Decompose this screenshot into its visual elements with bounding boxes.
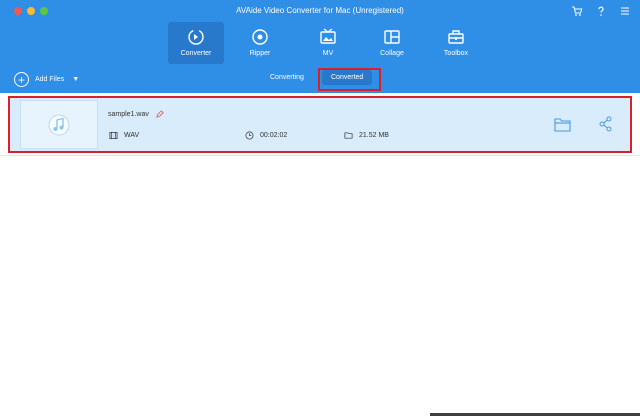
- add-files-button[interactable]: + Add Files ▼: [14, 72, 79, 87]
- tab-converting[interactable]: Converting: [270, 74, 304, 81]
- toolbox-icon: [448, 30, 464, 44]
- tab-mv-label: MV: [322, 50, 334, 57]
- tab-converter[interactable]: Converter: [168, 22, 224, 64]
- chevron-down-icon[interactable]: ▼: [72, 76, 79, 83]
- title-bar: AVAide Video Converter for Mac (Unregist…: [0, 0, 640, 66]
- main-tabs: Converter Ripper MV Collage Toolbox: [168, 22, 492, 64]
- tab-collage[interactable]: Collage: [364, 22, 420, 64]
- mv-icon: [320, 28, 336, 44]
- menu-icon[interactable]: [618, 4, 632, 18]
- help-icon[interactable]: [594, 4, 608, 18]
- tab-mv[interactable]: MV: [300, 22, 356, 64]
- plus-icon: +: [14, 72, 29, 87]
- divider: [0, 155, 640, 156]
- converted-highlight-box: [318, 68, 381, 91]
- tab-collage-label: Collage: [380, 50, 404, 57]
- add-files-label: Add Files: [35, 76, 65, 83]
- app-window: AVAide Video Converter for Mac (Unregist…: [0, 0, 640, 416]
- file-row-highlight-box: [8, 96, 632, 153]
- tab-toolbox[interactable]: Toolbox: [428, 22, 484, 64]
- cart-icon[interactable]: [570, 4, 584, 18]
- converter-icon: [188, 29, 204, 45]
- tab-converter-label: Converter: [180, 50, 212, 57]
- collage-icon: [384, 30, 400, 44]
- ripper-icon: [252, 29, 268, 45]
- tab-ripper[interactable]: Ripper: [232, 22, 288, 64]
- window-title: AVAide Video Converter for Mac (Unregist…: [236, 6, 404, 15]
- tab-toolbox-label: Toolbox: [443, 50, 469, 57]
- tab-ripper-label: Ripper: [249, 50, 271, 57]
